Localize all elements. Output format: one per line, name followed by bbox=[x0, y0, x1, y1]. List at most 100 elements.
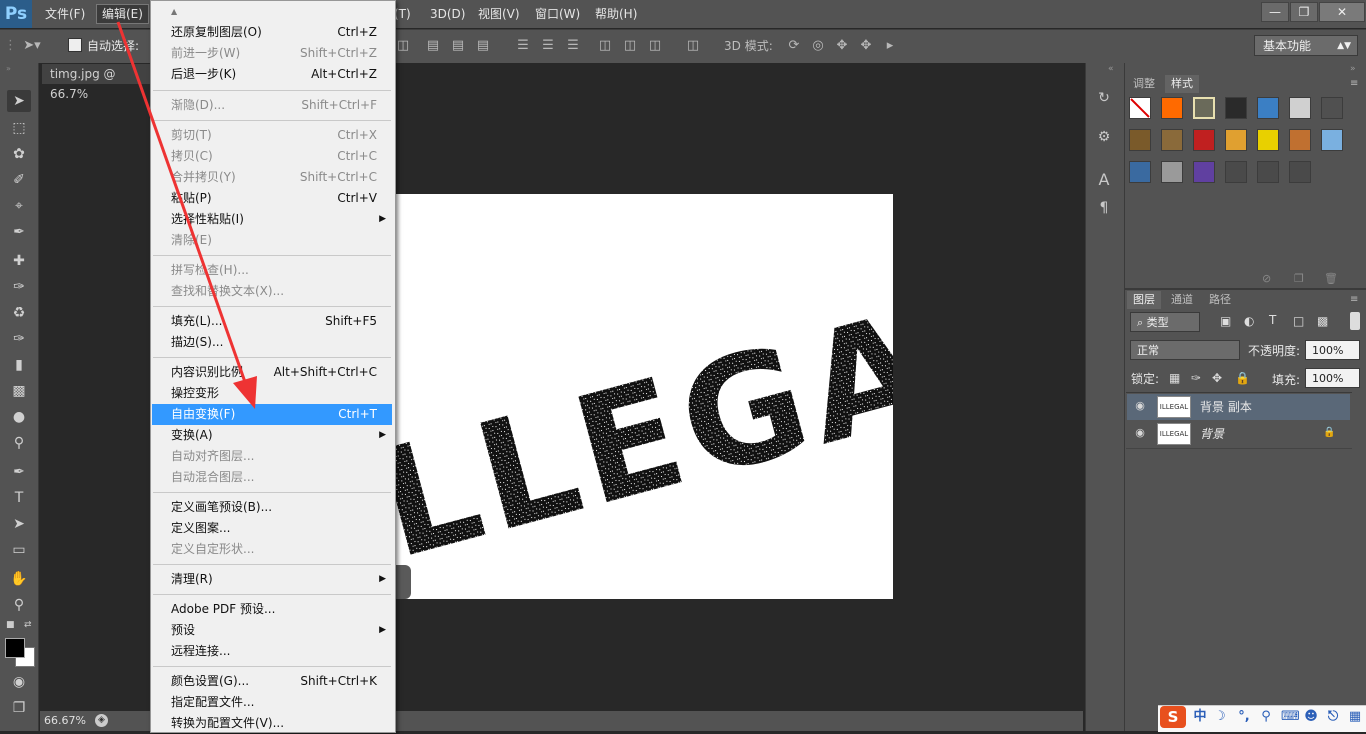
distribute-top-icon[interactable]: ☰ bbox=[515, 38, 531, 54]
eraser-tool-icon[interactable]: ▮ bbox=[7, 354, 31, 376]
blend-mode-select[interactable]: 正常 bbox=[1130, 340, 1240, 360]
paragraph-panel-icon[interactable]: ¶ bbox=[1093, 197, 1115, 219]
style-swatch[interactable] bbox=[1225, 129, 1247, 151]
rectangle-tool-icon[interactable]: ▭ bbox=[7, 539, 31, 561]
tab-paths[interactable]: 路径 bbox=[1203, 291, 1237, 309]
swap-colors-icon[interactable]: ⇄ bbox=[24, 620, 32, 630]
blur-tool-icon[interactable]: ● bbox=[7, 406, 31, 428]
move-tool-preset-icon[interactable]: ➤▾ bbox=[20, 38, 44, 54]
default-colors-icon[interactable]: ■ bbox=[6, 620, 15, 630]
tab-channels[interactable]: 通道 bbox=[1165, 291, 1199, 309]
style-swatch[interactable] bbox=[1129, 161, 1151, 183]
ime-mode-label[interactable]: 中 bbox=[1192, 706, 1208, 728]
lock-transparent-icon[interactable]: ▦ bbox=[1169, 371, 1180, 385]
dodge-tool-icon[interactable]: ⚲ bbox=[7, 432, 31, 454]
style-swatch[interactable] bbox=[1289, 97, 1311, 119]
delete-style-icon[interactable]: 🗑 bbox=[1324, 272, 1338, 285]
move-tool-icon[interactable]: ➤ bbox=[7, 90, 31, 112]
style-swatch[interactable] bbox=[1193, 129, 1215, 151]
document-canvas[interactable]: LLEGAL bbox=[395, 194, 893, 599]
layers-panel-menu-icon[interactable]: ≡ bbox=[1350, 294, 1358, 305]
3d-rotate-icon[interactable]: ⟳ bbox=[786, 38, 802, 54]
half-width-icon[interactable]: ☽ bbox=[1212, 706, 1228, 728]
style-swatch[interactable] bbox=[1225, 97, 1247, 119]
punctuation-icon[interactable]: °, bbox=[1236, 706, 1252, 728]
opacity-input[interactable]: 100% bbox=[1305, 340, 1360, 360]
layer-name[interactable]: 背景 bbox=[1200, 421, 1224, 447]
character-panel-icon[interactable]: A bbox=[1093, 169, 1115, 191]
history-brush-tool-icon[interactable]: ✑ bbox=[7, 328, 31, 350]
restore-icon[interactable]: ❐ bbox=[1290, 2, 1318, 22]
menu-view[interactable]: 视图(V) bbox=[473, 5, 525, 23]
panel-menu-icon[interactable]: ≡ bbox=[1350, 78, 1358, 89]
gradient-tool-icon[interactable]: ▩ bbox=[7, 380, 31, 402]
quick-select-tool-icon[interactable]: ✐ bbox=[7, 169, 31, 191]
3d-slide-icon[interactable]: ✥ bbox=[858, 38, 874, 54]
layer-row-background[interactable]: ◉ ILLEGAL 背景 🔒 bbox=[1127, 421, 1350, 447]
zoom-tool-icon[interactable]: ⚲ bbox=[7, 594, 31, 616]
style-swatch[interactable] bbox=[1161, 97, 1183, 119]
align-top-icon[interactable]: ▤ bbox=[425, 38, 441, 54]
status-info-icon[interactable]: ◈ bbox=[95, 714, 108, 727]
style-swatch[interactable] bbox=[1161, 161, 1183, 183]
panels-collapse-icon[interactable]: » bbox=[1350, 64, 1356, 74]
lock-image-icon[interactable]: ✑ bbox=[1191, 371, 1201, 385]
align-left-icon[interactable]: ◫ bbox=[395, 38, 411, 54]
close-icon[interactable]: ✕ bbox=[1319, 2, 1365, 22]
eyedropper-tool-icon[interactable]: ✒ bbox=[7, 221, 31, 243]
eye-icon[interactable]: ◉ bbox=[1133, 426, 1147, 440]
style-swatch[interactable] bbox=[1321, 129, 1343, 151]
foreground-color-swatch[interactable] bbox=[5, 638, 25, 658]
style-swatch[interactable] bbox=[1321, 97, 1343, 119]
type-tool-icon[interactable]: T bbox=[7, 487, 31, 509]
distribute-right-icon[interactable]: ◫ bbox=[647, 38, 663, 54]
history-panel-icon[interactable]: ↻ bbox=[1093, 87, 1115, 109]
tools-collapse-icon[interactable]: » bbox=[6, 65, 32, 73]
filter-pixel-icon[interactable]: ▣ bbox=[1220, 314, 1231, 328]
menu-item[interactable]: 颜色设置(G)... Shift+Ctrl+K bbox=[152, 671, 392, 692]
healing-brush-tool-icon[interactable]: ✚ bbox=[7, 250, 31, 272]
style-swatch[interactable] bbox=[1193, 97, 1215, 119]
style-swatch[interactable] bbox=[1289, 129, 1311, 151]
properties-panel-icon[interactable]: ⚙ bbox=[1093, 126, 1115, 148]
filter-shape-icon[interactable]: □ bbox=[1293, 314, 1304, 328]
new-style-icon[interactable]: ❐ bbox=[1294, 272, 1304, 285]
3d-scale-icon[interactable]: ▸ bbox=[882, 38, 898, 54]
crop-tool-icon[interactable]: ⌖ bbox=[7, 195, 31, 217]
clear-style-icon[interactable]: ⊘ bbox=[1262, 272, 1271, 285]
style-swatch[interactable] bbox=[1257, 161, 1279, 183]
menu-item[interactable]: 自动混合图层... bbox=[152, 467, 392, 488]
menu-item[interactable]: 远程连接... bbox=[152, 641, 392, 662]
workspace-select[interactable]: 基本功能 ▲▼ bbox=[1254, 35, 1358, 56]
lock-all-icon[interactable]: 🔒 bbox=[1235, 371, 1250, 385]
screen-mode-icon[interactable]: ❐ bbox=[7, 697, 31, 719]
filter-toggle[interactable] bbox=[1350, 312, 1360, 330]
pen-tool-icon[interactable]: ✒ bbox=[7, 461, 31, 483]
menu-3d[interactable]: 3D(D) bbox=[425, 5, 470, 23]
microphone-icon[interactable]: ⚲ bbox=[1258, 706, 1274, 728]
path-select-tool-icon[interactable]: ➤ bbox=[7, 513, 31, 535]
auto-align-icon[interactable]: ◫ bbox=[685, 38, 701, 54]
hand-tool-icon[interactable]: ✋ bbox=[7, 568, 31, 590]
auto-select-checkbox[interactable] bbox=[68, 38, 82, 52]
menu-help[interactable]: 帮助(H) bbox=[590, 5, 642, 23]
tab-layers[interactable]: 图层 bbox=[1127, 291, 1161, 309]
fill-input[interactable]: 100% bbox=[1305, 368, 1360, 388]
tab-styles[interactable]: 样式 bbox=[1165, 75, 1199, 93]
style-swatch[interactable] bbox=[1289, 161, 1311, 183]
style-swatch[interactable] bbox=[1129, 129, 1151, 151]
menu-window[interactable]: 窗口(W) bbox=[530, 5, 585, 23]
filter-type-icon[interactable]: T bbox=[1269, 313, 1276, 327]
clone-stamp-tool-icon[interactable]: ♻ bbox=[7, 302, 31, 324]
align-vcenter-icon[interactable]: ▤ bbox=[450, 38, 466, 54]
menu-file[interactable]: 文件(F) bbox=[40, 5, 90, 23]
quick-mask-icon[interactable]: ◉ bbox=[7, 671, 31, 693]
ime-menu-icon[interactable]: ▦ bbox=[1347, 706, 1363, 728]
keyboard-icon[interactable]: ⌨ bbox=[1281, 706, 1300, 728]
distribute-hcenter-icon[interactable]: ◫ bbox=[622, 38, 638, 54]
style-swatch[interactable] bbox=[1257, 129, 1279, 151]
menu-item[interactable]: 自动对齐图层... bbox=[152, 446, 392, 467]
brush-tool-icon[interactable]: ✑ bbox=[7, 276, 31, 298]
lock-position-icon[interactable]: ✥ bbox=[1212, 371, 1222, 385]
minimize-icon[interactable]: — bbox=[1261, 2, 1289, 22]
